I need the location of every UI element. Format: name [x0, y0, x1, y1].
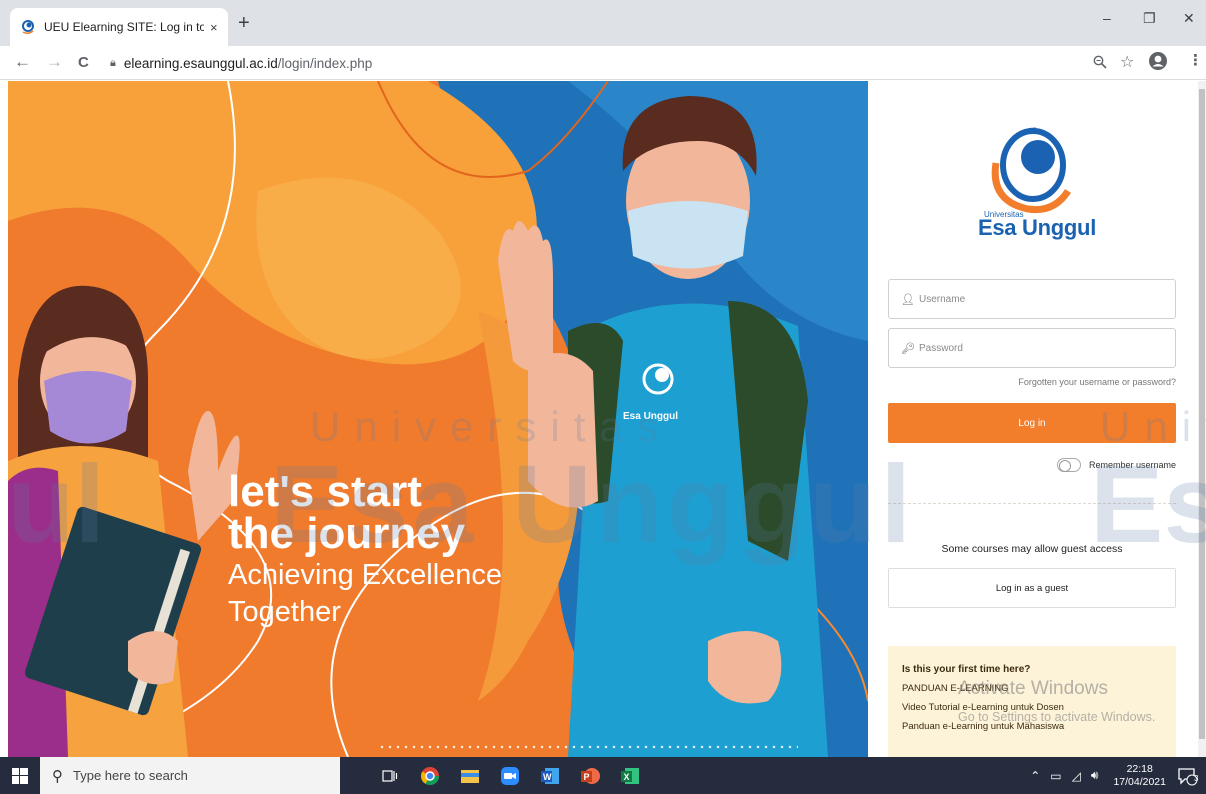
zoom-meeting-icon [501, 766, 519, 785]
word-taskbar-app[interactable]: W [530, 757, 570, 794]
login-panel: Universitas Esa Unggul 👤︎ 🔑︎ Forgotten y… [868, 81, 1198, 757]
zoom-taskbar-app[interactable] [490, 757, 530, 794]
user-icon: 👤︎ [901, 293, 915, 306]
excel-taskbar-app[interactable]: X [610, 757, 650, 794]
volume-icon[interactable]: 🔊︎ [1091, 768, 1099, 783]
remember-label: Remember username [1088, 460, 1176, 470]
menu-icon[interactable]: ⋮ [1188, 51, 1203, 69]
taskbar-search-placeholder: Type here to search [73, 768, 188, 783]
panduan-mahasiswa-link[interactable]: Panduan e-Learning untuk Mahasiswa [902, 721, 1162, 732]
clock[interactable]: 22:18 17/04/2021 [1113, 763, 1166, 789]
restore-button[interactable]: ❐ [1143, 10, 1156, 27]
tab-close-icon[interactable]: × [210, 20, 218, 35]
clock-time: 22:18 [1126, 762, 1153, 775]
hero-tagline-line1: Achieving Excellence [228, 559, 503, 591]
username-field-wrapper: 👤︎ [888, 279, 1176, 319]
chrome-taskbar-app[interactable] [410, 757, 450, 794]
url-text: elearning.esaunggul.ac.id/login/index.ph… [123, 55, 373, 71]
panduan-elearning-link[interactable]: PANDUAN E-LEARNING [902, 683, 1162, 694]
hero-illustration [8, 81, 868, 757]
url-field[interactable]: 🔒︎ elearning.esaunggul.ac.id/login/index… [110, 49, 1120, 77]
forward-button[interactable]: → [46, 52, 63, 72]
tab-bar: UEU Elearning SITE: Log in to the × + – … [0, 0, 1206, 46]
password-field-wrapper: 🔑︎ [888, 328, 1176, 368]
username-input[interactable] [919, 293, 1159, 305]
excel-icon: X [621, 767, 639, 784]
browser-tab[interactable]: UEU Elearning SITE: Log in to the × [10, 8, 228, 46]
tab-title: UEU Elearning SITE: Log in to the [44, 20, 204, 34]
hero-banner: Esa Unggul let's start the journey Achie… [8, 81, 868, 757]
hero-headline-line2: the journey [228, 509, 466, 558]
battery-icon[interactable]: ▭ [1050, 769, 1061, 783]
address-bar: ← → C 🔒︎ elearning.esaunggul.ac.id/login… [0, 46, 1206, 80]
svg-text:W: W [543, 772, 552, 782]
windows-logo-icon [12, 767, 28, 784]
folder-icon [461, 769, 479, 783]
screen: UEU Elearning SITE: Log in to the × + – … [0, 0, 1206, 794]
notification-center-button[interactable]: 3 [1176, 765, 1198, 787]
hero-tagline-line2: Together [228, 596, 341, 628]
divider [888, 503, 1176, 504]
back-button[interactable]: ← [14, 52, 31, 72]
shirt-logo-text: Esa Unggul [623, 411, 679, 422]
video-tutorial-dosen-link[interactable]: Video Tutorial e-Learning untuk Dosen [902, 702, 1162, 713]
password-input[interactable] [919, 342, 1159, 354]
close-window-button[interactable]: ✕ [1183, 10, 1195, 27]
remember-toggle[interactable] [1056, 458, 1081, 472]
task-view-button[interactable] [370, 757, 410, 794]
zoom-icon[interactable] [1093, 55, 1107, 69]
remember-username[interactable]: Remember username [1056, 458, 1176, 472]
chrome-icon [421, 766, 439, 785]
wifi-icon[interactable]: ◿ [1072, 769, 1081, 783]
hero-text: let's start the journey Achieving Excell… [228, 467, 503, 629]
system-tray: ⌃ ▭ ◿ 🔊︎ 22:18 17/04/2021 3 [1025, 757, 1206, 794]
page: Esa Unggul let's start the journey Achie… [0, 81, 1206, 757]
forgot-password-link[interactable]: Forgotten your username or password? [1018, 377, 1176, 387]
profile-icon[interactable] [1148, 51, 1168, 71]
show-hidden-icons-icon[interactable]: ⌃ [1030, 769, 1040, 783]
info-title: Is this your first time here? [902, 664, 1031, 675]
taskbar-search[interactable]: ⚲ Type here to search [40, 757, 340, 794]
svg-text:P: P [584, 772, 590, 782]
hero-headline-line1: let's start [228, 467, 422, 516]
svg-text:X: X [624, 772, 630, 782]
login-button[interactable]: Log in [888, 403, 1176, 443]
search-icon: ⚲ [52, 767, 63, 785]
notification-count: 3 [1194, 773, 1199, 783]
lock-icon: 🔒︎ [110, 56, 116, 69]
powerpoint-taskbar-app[interactable]: P [570, 757, 610, 794]
taskbar: ⚲ Type here to search W P X ⌃ ▭ ◿ 🔊︎ 22:… [0, 757, 1206, 794]
clock-date: 17/04/2021 [1113, 775, 1166, 788]
key-icon: 🔑︎ [901, 342, 915, 355]
start-button[interactable] [0, 757, 40, 794]
reload-button[interactable]: C [78, 54, 89, 71]
powerpoint-icon: P [581, 767, 600, 784]
file-explorer-taskbar-app[interactable] [450, 757, 490, 794]
minimize-button[interactable]: – [1103, 10, 1111, 26]
star-icon[interactable]: ☆ [1120, 52, 1134, 72]
carousel-dots[interactable] [378, 745, 798, 749]
page-scrollbar[interactable] [1198, 81, 1206, 757]
guest-login-button[interactable]: Log in as a guest [888, 568, 1176, 608]
word-icon: W [541, 767, 559, 784]
guest-access-note: Some courses may allow guest access [941, 543, 1123, 555]
logo-name: Esa Unggul [978, 215, 1097, 240]
first-time-info-box: Is this your first time here? PANDUAN E-… [888, 646, 1176, 757]
task-view-icon [382, 769, 398, 782]
new-tab-button[interactable]: + [238, 12, 250, 35]
site-favicon-icon [22, 20, 34, 35]
scroll-thumb[interactable] [1199, 89, 1205, 739]
